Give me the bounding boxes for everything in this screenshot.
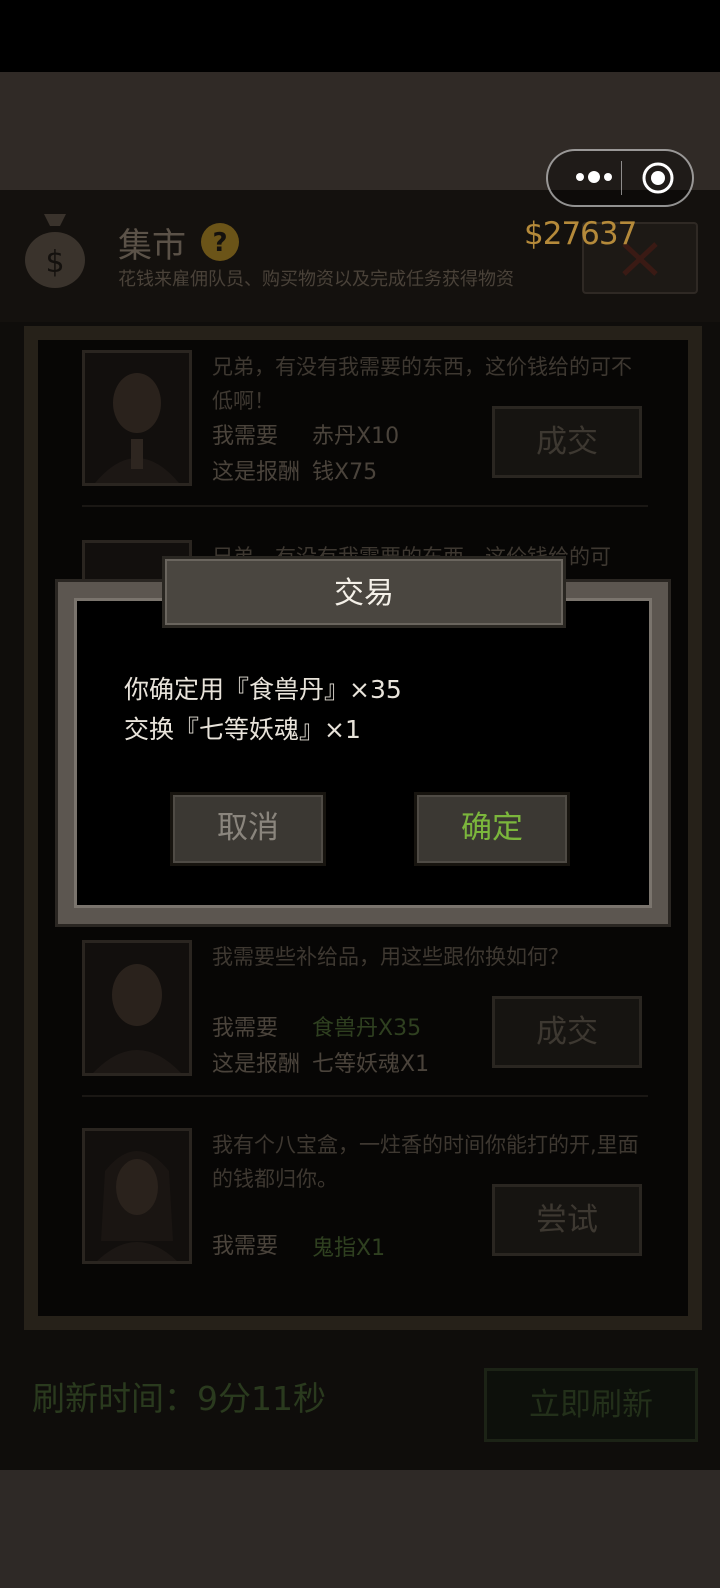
reward-label: 这是报酬 <box>212 1052 301 1077</box>
portrait-man-beard <box>82 940 192 1076</box>
confirm-button[interactable]: 确定 <box>414 792 570 866</box>
reward-value: 钱X75 <box>312 460 378 485</box>
reward-value: 七等妖魂X1 <box>312 1052 430 1077</box>
market-subtitle: 花钱来雇佣队员、购买物资以及完成任务获得物资 <box>118 269 514 290</box>
deal-button[interactable]: 成交 <box>492 996 642 1068</box>
need-label: 我需要 <box>212 424 279 449</box>
reward-label: 这是报酬 <box>212 460 301 485</box>
need-value: 鬼指X1 <box>312 1236 386 1261</box>
portrait-man-suit <box>82 350 192 486</box>
trade-row: 我需要些补给品，用这些跟你换如何？ 我需要 食兽丹X35 这是报酬 七等妖魂X1… <box>82 940 648 1090</box>
refresh-timer: 刷新时间：9分11秒 <box>32 1379 326 1418</box>
trade-row: 我有个八宝盒，一炷香的时间你能打的开,里面的钱都归你。 我需要 鬼指X1 尝试 <box>82 1128 648 1264</box>
trade-confirm-dialog <box>58 582 668 924</box>
row-divider <box>82 1095 648 1097</box>
row-divider <box>82 505 648 507</box>
more-icon[interactable] <box>572 165 616 189</box>
try-button[interactable]: 尝试 <box>492 1184 642 1256</box>
status-bar <box>0 0 720 72</box>
dialog-title: 交易 <box>334 576 394 611</box>
svg-text:$: $ <box>45 245 64 280</box>
dialog-message-line2: 交换『七等妖魂』×1 <box>124 715 361 744</box>
cancel-button[interactable]: 取消 <box>170 792 326 866</box>
trade-quote: 我需要些补给品，用这些跟你换如何？ <box>212 945 569 969</box>
need-label: 我需要 <box>212 1016 279 1041</box>
bottom-strip <box>0 1470 720 1588</box>
need-label: 我需要 <box>212 1234 279 1259</box>
deal-button[interactable]: 成交 <box>492 406 642 478</box>
trade-row: 兄弟，有没有我需要的东西，这价钱给的可不低啊！ 我需要 赤丹X10 这是报酬 钱… <box>82 350 648 500</box>
need-value: 食兽丹X35 <box>312 1016 422 1041</box>
close-miniprogram-icon[interactable] <box>640 160 676 196</box>
need-value: 赤丹X10 <box>312 424 400 449</box>
refresh-now-button[interactable]: 立即刷新 <box>484 1368 698 1442</box>
help-icon[interactable]: ? <box>200 222 240 262</box>
dialog-message-line1: 你确定用『食兽丹』×35 <box>124 675 402 704</box>
portrait-woman <box>82 1128 192 1264</box>
market-title: 集市 <box>118 226 186 266</box>
svg-text:?: ? <box>212 228 227 258</box>
money-bag-icon: $ <box>25 214 85 288</box>
miniprogram-capsule <box>546 149 694 207</box>
coin-balance: $27637 <box>524 216 637 252</box>
